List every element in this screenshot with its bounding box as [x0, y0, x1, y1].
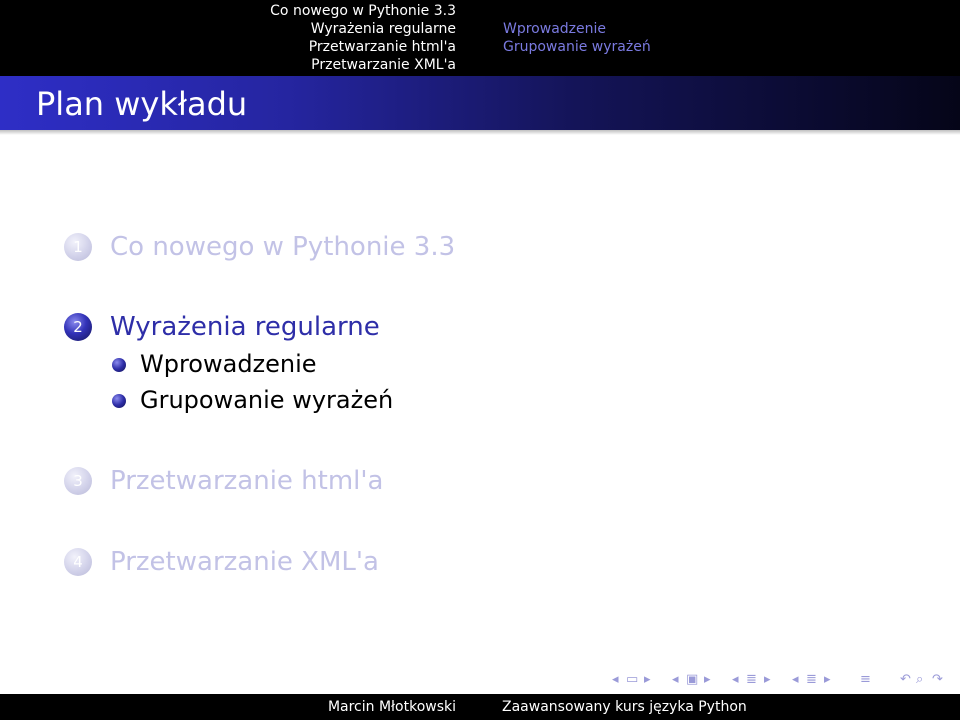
header-section-link[interactable]: Przetwarzanie html'a [309, 38, 456, 56]
header-section-list: Co nowego w Pythonie 3.3 Wyrażenia regul… [0, 0, 480, 76]
next-subsection-icon[interactable]: ▸ [764, 670, 771, 690]
frame-title: Plan wykładu [36, 85, 248, 123]
section-icon[interactable]: ≣ [806, 670, 817, 690]
section-number-badge: 1 [64, 233, 92, 261]
footer-title-box: Zaawansowany kurs języka Python [480, 694, 960, 720]
bullet-icon [112, 358, 126, 372]
next-frame-icon[interactable]: ▸ [704, 670, 711, 690]
header-section-link[interactable]: Przetwarzanie XML'a [311, 56, 456, 74]
section-number-badge: 4 [64, 548, 92, 576]
section-title: Co nowego w Pythonie 3.3 [110, 232, 456, 262]
next-slide-icon[interactable]: ▸ [644, 670, 651, 690]
header-subsection-link[interactable]: Grupowanie wyrażeń [503, 38, 651, 56]
bullet-icon [112, 394, 126, 408]
frame-title-shadow [0, 130, 960, 135]
search-icon[interactable]: ⌕ [916, 670, 923, 690]
footer-course-title: Zaawansowany kurs języka Python [502, 699, 747, 715]
previous-subsection-icon[interactable]: ◂ [732, 670, 739, 690]
header-navigation-bar: Co nowego w Pythonie 3.3 Wyrażenia regul… [0, 0, 960, 76]
next-section-icon[interactable]: ▸ [824, 670, 831, 690]
subsection-title: Grupowanie wyrażeń [140, 386, 394, 414]
section-title: Przetwarzanie html'a [110, 466, 384, 496]
footer-author: Marcin Młotkowski [327, 699, 456, 715]
header-subsection-link[interactable]: Wprowadzenie [503, 20, 606, 38]
header-section-link[interactable]: Co nowego w Pythonie 3.3 [270, 2, 456, 20]
header-section-link[interactable]: Wyrażenia regularne [311, 20, 456, 38]
previous-frame-icon[interactable]: ◂ [672, 670, 679, 690]
section-number-badge: 2 [64, 313, 92, 341]
subsection-icon[interactable]: ≣ [746, 670, 757, 690]
slide-icon[interactable]: ▭ [626, 670, 638, 690]
section-number-badge: 3 [64, 467, 92, 495]
previous-slide-icon[interactable]: ◂ [612, 670, 619, 690]
forward-search-icon[interactable]: ↷ [932, 670, 943, 690]
footer-author-box: Marcin Młotkowski [0, 694, 480, 720]
document-icon[interactable]: ≡ [860, 670, 871, 690]
section-title: Przetwarzanie XML'a [110, 547, 379, 577]
navigation-symbols: ◂ ▭ ▸ ◂ ▣ ▸ ◂ ≣ ▸ ◂ ≣ ▸ ≡ ↶ ⌕ ↷ [610, 670, 950, 690]
back-search-icon[interactable]: ↶ [900, 670, 911, 690]
previous-section-icon[interactable]: ◂ [792, 670, 799, 690]
frame-icon[interactable]: ▣ [686, 670, 698, 690]
subsection-title: Wprowadzenie [140, 350, 317, 378]
header-subsection-list: Wprowadzenie Grupowanie wyrażeń [480, 0, 960, 76]
section-title: Wyrażenia regularne [110, 312, 380, 342]
